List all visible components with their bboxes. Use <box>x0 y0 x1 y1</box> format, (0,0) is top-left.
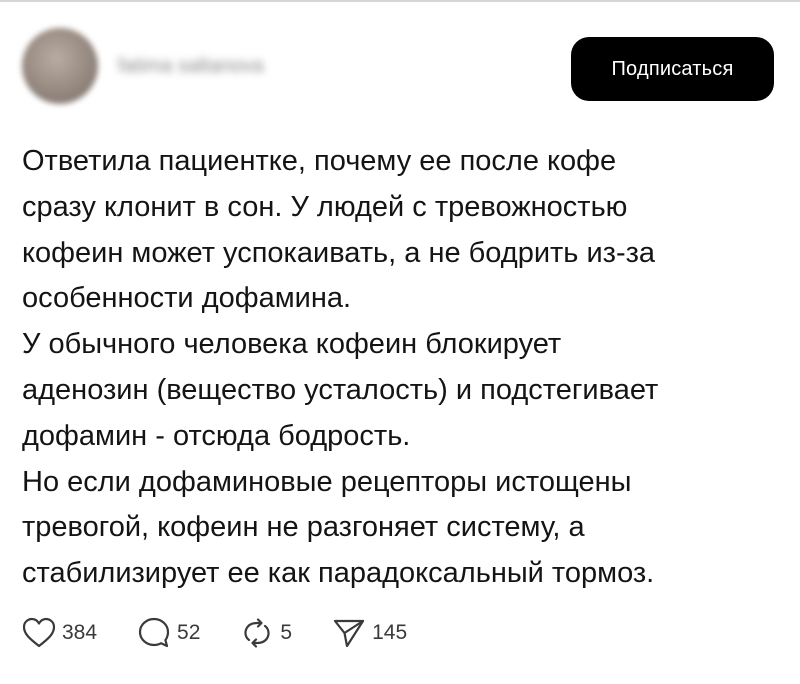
like-button[interactable]: 384 <box>22 616 97 650</box>
subscribe-button[interactable]: Подписаться <box>571 37 774 101</box>
repost-icon <box>240 616 274 650</box>
repost-button[interactable]: 5 <box>240 616 292 650</box>
post-text-line: особенности дофамина. <box>22 282 352 315</box>
post-text-line: дофамин - отсюда бодрость. <box>22 419 411 452</box>
post-text-line: стабилизирует ее как парадоксальный торм… <box>22 557 655 590</box>
share-button[interactable]: 145 <box>332 616 407 650</box>
avatar[interactable] <box>22 28 98 104</box>
share-count: 145 <box>372 621 408 644</box>
post-text-line: сразу клонит в сон. У людей с тревожност… <box>22 190 628 223</box>
comment-button[interactable]: 52 <box>137 616 200 650</box>
post-actions: 384 52 5 145 <box>22 613 447 653</box>
comment-bubble-icon <box>137 616 171 650</box>
send-icon <box>332 616 366 650</box>
repost-count: 5 <box>280 621 293 644</box>
post-header: fatima saltanova Подписаться <box>0 0 800 130</box>
heart-icon <box>22 616 56 650</box>
post-text-line: Ответила пациентке, почему ее после кофе <box>22 145 617 177</box>
author-name[interactable]: fatima saltanova <box>118 54 264 78</box>
like-count: 384 <box>62 621 98 644</box>
post-body: Ответила пациентке, почему ее после кофе… <box>22 139 762 597</box>
post-text-line: кофеин может успокаивать, а не бодрить и… <box>22 236 656 269</box>
post-text-line: аденозин (вещество усталость) и подстеги… <box>22 373 659 406</box>
post-text-line: тревогой, кофеин не разгоняет систему, а <box>22 511 585 544</box>
post-text-line: У обычного человека кофеин блокирует <box>22 328 562 361</box>
comment-count: 52 <box>177 621 201 644</box>
post-text-line: Но если дофаминовые рецепторы истощены <box>22 465 632 498</box>
